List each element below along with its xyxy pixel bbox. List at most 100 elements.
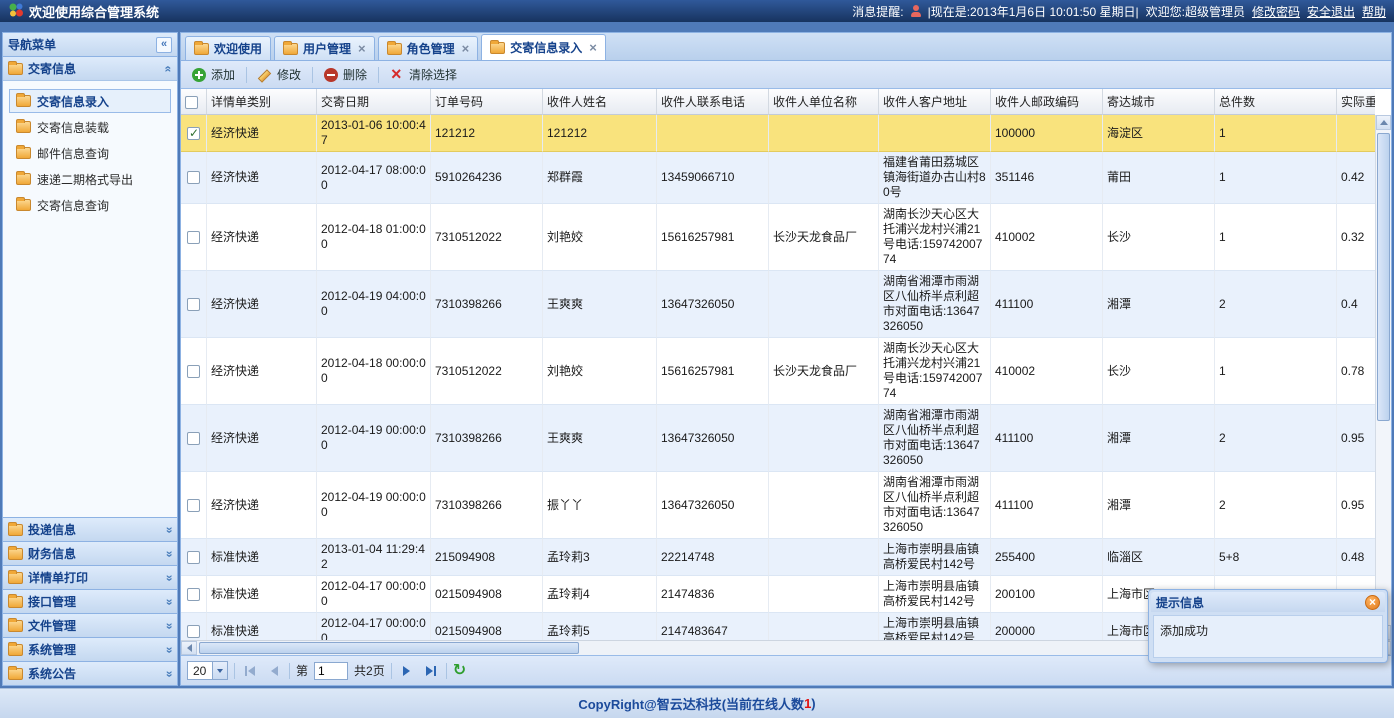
row-select-cell[interactable] bbox=[181, 613, 207, 640]
welcome-text: 欢迎您:超级管理员 bbox=[1146, 3, 1245, 20]
sidebar-panel-interface-mgmt[interactable]: 接口管理« bbox=[3, 589, 177, 613]
row-checkbox[interactable] bbox=[187, 432, 200, 445]
sidebar-item-shipping-load[interactable]: 交寄信息装载 bbox=[9, 115, 171, 139]
grid-row[interactable]: 经济快递2012-04-17 08:00:005910264236郑群霞1345… bbox=[181, 152, 1375, 204]
row-checkbox[interactable] bbox=[187, 127, 200, 140]
row-checkbox[interactable] bbox=[187, 171, 200, 184]
prev-page-button[interactable] bbox=[265, 662, 283, 680]
sidebar-panel-waybill-print[interactable]: 详情单打印« bbox=[3, 565, 177, 589]
tab-shipping-entry[interactable]: 交寄信息录入× bbox=[481, 34, 606, 60]
column-header[interactable]: 收件人单位名称 bbox=[769, 89, 879, 115]
row-select-cell[interactable] bbox=[181, 539, 207, 576]
chevron-down-icon[interactable] bbox=[212, 662, 227, 679]
grid-row[interactable]: 经济快递2013-01-06 10:00:4712121212121210000… bbox=[181, 115, 1375, 152]
row-checkbox[interactable] bbox=[187, 588, 200, 601]
column-header[interactable]: 寄达城市 bbox=[1103, 89, 1215, 115]
sidebar-item-shipping-entry[interactable]: 交寄信息录入 bbox=[9, 89, 171, 113]
column-header[interactable]: 订单号码 bbox=[431, 89, 543, 115]
row-select-cell[interactable] bbox=[181, 204, 207, 271]
row-select-cell[interactable] bbox=[181, 152, 207, 204]
row-select-cell[interactable] bbox=[181, 576, 207, 613]
last-page-button[interactable] bbox=[422, 662, 440, 680]
grid-row[interactable]: 经济快递2012-04-18 01:00:007310512022刘艳姣1561… bbox=[181, 204, 1375, 271]
vertical-scrollbar-thumb[interactable] bbox=[1377, 133, 1390, 421]
sidebar-item-mail-query[interactable]: 邮件信息查询 bbox=[9, 141, 171, 165]
column-header[interactable]: 交寄日期 bbox=[317, 89, 431, 115]
sidebar-panel-system-mgmt[interactable]: 系统管理« bbox=[3, 637, 177, 661]
tab-close-icon[interactable]: × bbox=[589, 43, 597, 53]
row-checkbox[interactable] bbox=[187, 551, 200, 564]
row-select-cell[interactable] bbox=[181, 405, 207, 472]
sidebar-panel-system-notice[interactable]: 系统公告« bbox=[3, 661, 177, 685]
chevron-up-icon[interactable]: « bbox=[162, 65, 176, 72]
chevron-down-icon[interactable]: « bbox=[162, 550, 176, 557]
clear-button[interactable]: 清除选择 bbox=[384, 63, 463, 86]
page-number-input[interactable] bbox=[314, 662, 348, 680]
chevron-down-icon[interactable]: « bbox=[162, 574, 176, 581]
column-header[interactable]: 收件人姓名 bbox=[543, 89, 657, 115]
help-link[interactable]: 帮助 bbox=[1362, 3, 1386, 20]
column-header[interactable]: 收件人客户地址 bbox=[879, 89, 991, 115]
grid-row[interactable]: 经济快递2012-04-18 00:00:007310512022刘艳姣1561… bbox=[181, 338, 1375, 405]
tab-close-icon[interactable]: × bbox=[462, 44, 470, 54]
close-icon[interactable]: × bbox=[1365, 595, 1380, 610]
column-header[interactable]: 收件人联系电话 bbox=[657, 89, 769, 115]
page-size-select[interactable]: 20 bbox=[187, 661, 228, 680]
edit-button[interactable]: 修改 bbox=[252, 63, 307, 86]
logout-link[interactable]: 安全退出 bbox=[1307, 3, 1355, 20]
sidebar-panel-shipping-info[interactable]: 交寄信息 « bbox=[3, 57, 177, 81]
grid-row[interactable]: 经济快递2012-04-19 00:00:007310398266振丫丫1364… bbox=[181, 472, 1375, 539]
tab-welcome[interactable]: 欢迎使用 bbox=[185, 36, 271, 60]
sidebar-item-express-phase2-export[interactable]: 速递二期格式导出 bbox=[9, 167, 171, 191]
row-checkbox[interactable] bbox=[187, 365, 200, 378]
sidebar-collapse-button[interactable]: « bbox=[156, 37, 172, 53]
chevron-down-icon[interactable]: « bbox=[162, 598, 176, 605]
grid-row[interactable]: 经济快递2012-04-19 00:00:007310398266王爽爽1364… bbox=[181, 405, 1375, 472]
sidebar-panel-file-mgmt[interactable]: 文件管理« bbox=[3, 613, 177, 637]
horizontal-scrollbar-thumb[interactable] bbox=[199, 642, 579, 654]
select-all-header[interactable] bbox=[181, 89, 207, 115]
tab-user-management[interactable]: 用户管理× bbox=[274, 36, 375, 60]
tab-role-management[interactable]: 角色管理× bbox=[378, 36, 479, 60]
row-checkbox[interactable] bbox=[187, 625, 200, 638]
next-page-button[interactable] bbox=[398, 662, 416, 680]
column-header[interactable]: 详情单类别 bbox=[207, 89, 317, 115]
add-button[interactable]: 添加 bbox=[186, 63, 241, 86]
refresh-icon[interactable]: ↻ bbox=[453, 663, 466, 679]
row-select-cell[interactable] bbox=[181, 472, 207, 539]
grid-cell: 2013-01-04 11:29:42 bbox=[317, 539, 431, 576]
sidebar-item-shipping-query[interactable]: 交寄信息查询 bbox=[9, 193, 171, 217]
row-select-cell[interactable] bbox=[181, 271, 207, 338]
grid-row[interactable]: 标准快递2013-01-04 11:29:42215094908孟玲莉32221… bbox=[181, 539, 1375, 576]
select-all-checkbox[interactable] bbox=[185, 96, 198, 109]
grid-cell bbox=[657, 115, 769, 152]
grid-row[interactable]: 经济快递2012-04-19 04:00:007310398266王爽爽1364… bbox=[181, 271, 1375, 338]
column-header[interactable]: 实际重量 bbox=[1337, 89, 1375, 115]
chevron-down-icon[interactable]: « bbox=[162, 526, 176, 533]
row-checkbox[interactable] bbox=[187, 298, 200, 311]
grid-cell: 2 bbox=[1215, 472, 1337, 539]
chevron-down-icon[interactable]: « bbox=[162, 670, 176, 677]
chevron-down-icon[interactable]: « bbox=[162, 646, 176, 653]
delete-button[interactable]: 删除 bbox=[318, 63, 373, 86]
vertical-scrollbar[interactable] bbox=[1375, 115, 1391, 640]
row-select-cell[interactable] bbox=[181, 338, 207, 405]
row-select-cell[interactable] bbox=[181, 115, 207, 152]
user-icon[interactable] bbox=[911, 5, 921, 17]
change-password-link[interactable]: 修改密码 bbox=[1252, 3, 1300, 20]
scroll-up-icon[interactable] bbox=[1376, 115, 1391, 130]
first-page-button[interactable] bbox=[241, 662, 259, 680]
scroll-left-icon[interactable] bbox=[181, 641, 197, 655]
sidebar-panel-finance-info[interactable]: 财务信息« bbox=[3, 541, 177, 565]
chevron-down-icon[interactable]: « bbox=[162, 622, 176, 629]
row-checkbox[interactable] bbox=[187, 499, 200, 512]
sidebar-panel-delivery-info[interactable]: 投递信息« bbox=[3, 517, 177, 541]
tab-close-icon[interactable]: × bbox=[358, 44, 366, 54]
grid-cell: 411100 bbox=[991, 405, 1103, 472]
column-header[interactable]: 收件人邮政编码 bbox=[991, 89, 1103, 115]
row-checkbox[interactable] bbox=[187, 231, 200, 244]
grid-cell: 7310398266 bbox=[431, 472, 543, 539]
grid-cell: 0215094908 bbox=[431, 613, 543, 640]
column-header[interactable]: 总件数 bbox=[1215, 89, 1337, 115]
folder-icon bbox=[8, 63, 23, 75]
